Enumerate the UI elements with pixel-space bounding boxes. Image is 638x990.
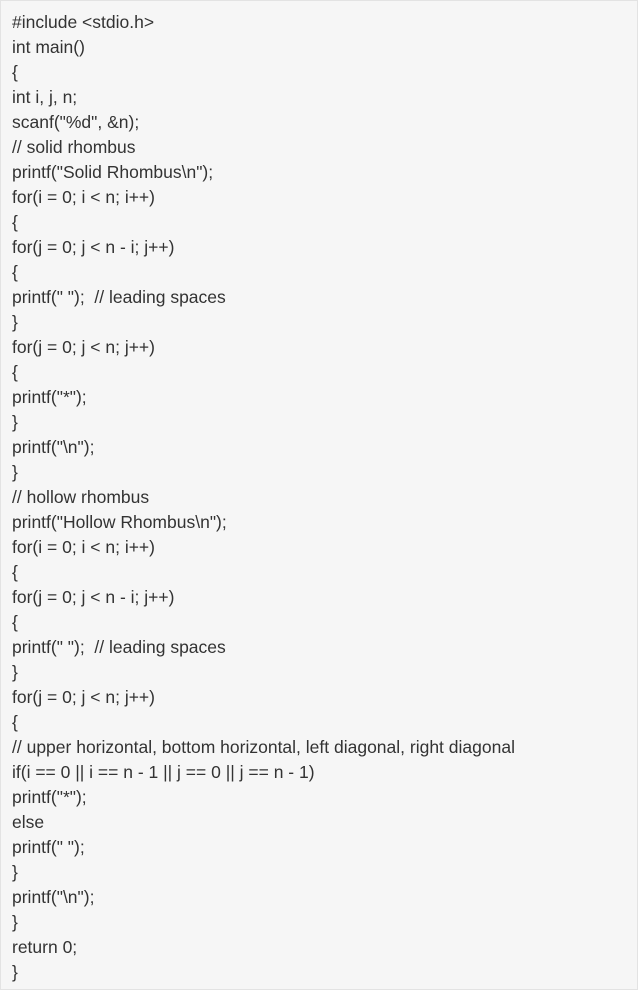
code-line: else [12, 812, 45, 832]
code-line: // upper horizontal, bottom horizontal, … [12, 737, 515, 757]
code-line: printf(" "); [12, 837, 85, 857]
code-line: { [12, 212, 18, 232]
code-line: { [12, 612, 18, 632]
code-line: } [12, 462, 18, 482]
code-line: return 0; [12, 937, 78, 957]
code-line: printf("Solid Rhombus\n"); [12, 162, 214, 182]
code-line: #include <stdio.h> [12, 12, 155, 32]
code-line: } [12, 412, 18, 432]
code-line: int main() [12, 37, 85, 57]
code-line: printf(" "); // leading spaces [12, 637, 226, 657]
code-line: for(i = 0; i < n; i++) [12, 187, 155, 207]
code-line: } [12, 662, 18, 682]
code-line: { [12, 562, 18, 582]
code-line: } [12, 912, 18, 932]
code-line: for(j = 0; j < n - i; j++) [12, 237, 175, 257]
code-line: // solid rhombus [12, 137, 136, 157]
code-line: { [12, 362, 18, 382]
code-line: printf("*"); [12, 387, 87, 407]
code-line: } [12, 862, 18, 882]
code-line: for(j = 0; j < n - i; j++) [12, 587, 175, 607]
code-line: if(i == 0 || i == n - 1 || j == 0 || j =… [12, 762, 315, 782]
code-block: #include <stdio.h> int main() { int i, j… [0, 0, 638, 990]
code-line: } [12, 962, 18, 982]
code-line: // hollow rhombus [12, 487, 150, 507]
code-line: printf("Hollow Rhombus\n"); [12, 512, 227, 532]
code-line: for(i = 0; i < n; i++) [12, 537, 155, 557]
code-line: { [12, 712, 18, 732]
code-line: printf("*"); [12, 787, 87, 807]
code-line: scanf("%d", &n); [12, 112, 140, 132]
code-line: } [12, 312, 18, 332]
code-line: printf("\n"); [12, 437, 95, 457]
code-line: for(j = 0; j < n; j++) [12, 687, 155, 707]
code-line: int i, j, n; [12, 87, 78, 107]
code-line: printf("\n"); [12, 887, 95, 907]
code-line: { [12, 62, 18, 82]
code-line: { [12, 262, 18, 282]
code-line: printf(" "); // leading spaces [12, 287, 226, 307]
code-line: for(j = 0; j < n; j++) [12, 337, 155, 357]
